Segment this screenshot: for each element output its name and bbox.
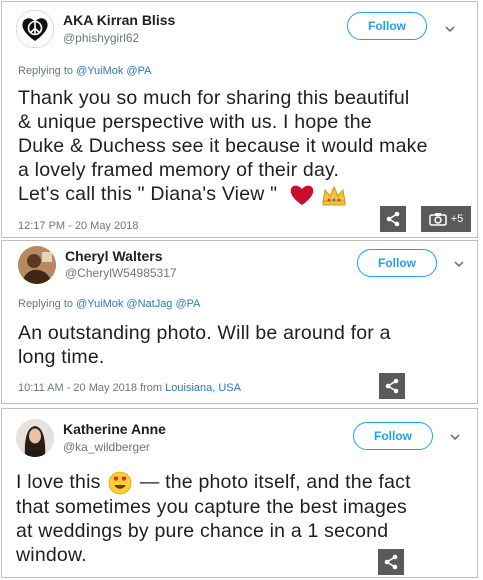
share-button[interactable] [379,373,405,399]
display-name[interactable]: Cheryl Walters [65,248,163,264]
replying-to: Replying to @YuiMok @NatJag @PA [18,298,201,310]
timestamp-row: 10:11 AM - 20 May 2018 from Louisiana, U… [18,382,241,394]
tweet-text-line: window. [16,543,87,566]
tweet-card-3: Katherine Anne @ka_wildberger Follow I l… [1,408,478,578]
tweet-text-line: Duke & Duchess see it because it would m… [18,135,428,157]
tweet-text-line: that sometimes you capture the best imag… [16,495,408,518]
tweet-text-line: An outstanding photo. Will be around for… [18,322,391,344]
chevron-down-icon[interactable] [443,22,457,36]
tweet-text-line: & unique perspective with us. I hope the [18,111,372,133]
avatar[interactable] [18,246,56,284]
timestamp[interactable]: 12:17 PM - 20 May 2018 [18,220,138,232]
tweet-card-2: Cheryl Walters @CherylW54985317 Follow R… [1,240,478,404]
follow-button[interactable]: Follow [347,12,427,40]
red-heart-emoji [290,185,314,205]
user-photo-icon [18,246,56,284]
user-handle[interactable]: @ka_wildberger [63,440,150,454]
user-handle[interactable]: @CherylW54985317 [65,266,177,280]
crown-emoji [321,185,346,206]
avatar[interactable] [16,10,54,48]
tweet-text: Thank you so much for sharing this beaut… [18,86,428,207]
tweet-text-line-with-emoji: I love this — the photo itself, and the … [16,470,411,495]
share-icon [385,378,399,394]
peace-heart-icon [16,10,54,48]
chevron-down-icon[interactable] [452,257,466,271]
replying-prefix: Replying to [18,298,74,310]
avatar[interactable] [16,419,54,457]
timestamp[interactable]: 10:11 AM - 20 May 2018 from [18,382,162,394]
replying-to-users[interactable]: @YuiMok @NatJag @PA [76,298,200,310]
tweet-text-fragment: I love this [16,471,101,493]
tweet-text-fragment: — the photo itself, and the fact [139,471,411,493]
share-icon [386,211,400,227]
follow-button[interactable]: Follow [357,249,437,277]
chevron-down-icon[interactable] [448,430,462,444]
follow-button[interactable]: Follow [353,422,433,450]
tweet-text-fragment: Let's call this " Diana's View " [18,183,278,205]
heart-eyes-emoji [108,471,132,495]
user-photo-icon [16,419,54,457]
replying-to: Replying to @YuiMok @PA [18,65,151,77]
tweet-text-line: long time. [18,346,105,368]
camera-icon [428,213,447,226]
tweet-text: I love this — the photo itself, and the … [16,470,411,567]
share-icon [384,554,398,570]
share-button[interactable] [380,206,406,232]
replying-to-users[interactable]: @YuiMok @PA [76,65,151,77]
tweet-text-line: at weddings by pure chance in a 1 second [16,519,389,542]
display-name[interactable]: AKA Kirran Bliss [63,12,175,28]
share-button[interactable] [378,549,404,575]
photo-count: +5 [450,213,464,225]
tweet-text: An outstanding photo. Will be around for… [18,321,391,369]
user-handle[interactable]: @phishygirl62 [63,31,139,45]
replying-prefix: Replying to [18,65,74,77]
tweet-text-line-with-emoji: Let's call this " Diana's View " [18,182,428,207]
tweet-text-line: a lovely framed memory of their day. [18,159,340,181]
photo-gallery-button[interactable]: +5 [421,206,471,232]
tweet-text-line: Thank you so much for sharing this beaut… [18,87,410,109]
tweet-card-1: AKA Kirran Bliss @phishygirl62 Follow Re… [1,1,478,238]
display-name[interactable]: Katherine Anne [63,421,166,437]
location-link[interactable]: Louisiana, USA [165,382,241,394]
